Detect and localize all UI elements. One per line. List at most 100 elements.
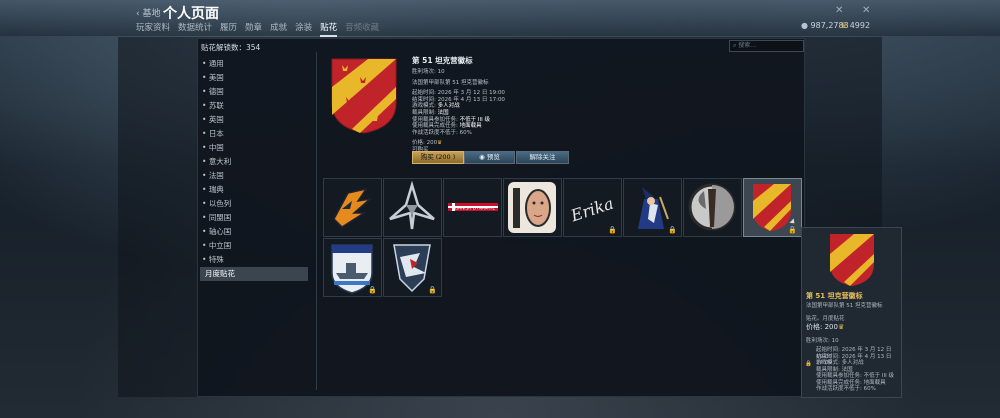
lock-icon: 🔒 xyxy=(668,226,677,234)
tab-achievements[interactable]: 成就 xyxy=(270,21,287,37)
decal-tile-erika[interactable]: Erika 🔒 xyxy=(563,178,622,237)
tab-stats[interactable]: 数据统计 xyxy=(178,21,212,37)
tooltip-wins: 胜利场次: 10 xyxy=(806,338,839,344)
buy-button[interactable]: 购买 (200 ) xyxy=(412,151,464,164)
tab-medals[interactable]: 勋章 xyxy=(245,21,262,37)
category-label: 德国 xyxy=(208,87,224,96)
category-germany[interactable]: • 德国 xyxy=(200,85,308,99)
axe-decal xyxy=(688,183,736,231)
tooltip-desc: 法国第甲部队第 51 坦克营徽标 xyxy=(806,303,883,309)
category-allies[interactable]: • 同盟国 xyxy=(200,211,308,225)
price-text: 价格: 200 xyxy=(412,140,438,147)
value: 多人对战 xyxy=(437,103,460,110)
category-usa[interactable]: • 美国 xyxy=(200,71,308,85)
category-axis[interactable]: • 轴心国 xyxy=(200,225,308,239)
decal-tile-orange-eagle[interactable] xyxy=(323,178,382,237)
decal-tile-axe[interactable] xyxy=(683,178,742,237)
tab-skins[interactable]: 涂装 xyxy=(295,21,312,37)
tab-history[interactable]: 履历 xyxy=(220,21,237,37)
tooltip-price: 价格: 200♛ xyxy=(806,324,844,331)
value: 法国 xyxy=(437,109,449,116)
preview-label: 预览 xyxy=(486,153,500,161)
category-china[interactable]: • 中国 xyxy=(200,141,308,155)
category-italy[interactable]: • 意大利 xyxy=(200,155,308,169)
category-france[interactable]: • 法国 xyxy=(200,169,308,183)
back-label: 基地 xyxy=(142,9,161,19)
category-label: 法国 xyxy=(208,171,224,180)
tab-profile[interactable]: 玩家资料 xyxy=(136,21,170,37)
decal-nation: 载具限制: 法国 xyxy=(412,110,505,117)
category-label: 瑞典 xyxy=(208,185,224,194)
value: 不低于 III 级 xyxy=(459,116,490,123)
decal-tile-danish-dynamite[interactable]: DANISH DYNAMITE xyxy=(443,178,502,237)
tooltip-category: 贴花。月度贴花 xyxy=(806,316,845,322)
category-sweden[interactable]: • 瑞典 xyxy=(200,183,308,197)
category-japan[interactable]: • 日本 xyxy=(200,127,308,141)
label: 载具限制: xyxy=(412,109,438,116)
label: 使用载具参加任务: xyxy=(412,116,460,123)
decal-details: 第 51 坦克营徽标 胜利场次: 10 法国第甲部队第 51 坦克营徽标 起始时… xyxy=(412,56,505,154)
category-neutral[interactable]: • 中立国 xyxy=(200,239,308,253)
search-placeholder: 搜索... xyxy=(738,42,757,49)
tooltip-name: 第 51 坦克营徽标 xyxy=(806,292,863,300)
category-label: 同盟国 xyxy=(208,213,232,222)
lock-icon: 🔒 xyxy=(428,286,437,294)
category-label: 月度贴花 xyxy=(205,269,235,278)
category-ussr[interactable]: • 苏联 xyxy=(200,99,308,113)
tab-decals[interactable]: 贴花 xyxy=(320,21,338,37)
lock-icon: 🔒 xyxy=(368,286,377,294)
search-input[interactable]: ⌕ 搜索... xyxy=(729,40,804,52)
orange-eagle-decal xyxy=(333,187,373,228)
category-label: 中立国 xyxy=(208,241,232,250)
decal-ratio: 作战活跃度不低于: 60% xyxy=(412,129,472,136)
erika-text: Erika xyxy=(567,194,615,226)
tooltip-ratio: 作战活跃度不低于: 60% xyxy=(816,386,876,392)
tab-audio[interactable]: 音频收藏 xyxy=(345,21,379,37)
decal-tile-wizard[interactable]: 🔒 xyxy=(623,178,682,237)
decal-wins: 胜利场次: 10 xyxy=(412,69,445,75)
category-israel[interactable]: • 以色列 xyxy=(200,197,308,211)
decal-tile-silver-emblem[interactable] xyxy=(383,178,442,237)
label: 游戏模式: xyxy=(412,103,438,110)
category-list: • 通用 • 美国 • 德国 • 苏联 • 英国 • 日本 • 中国 • 意大利… xyxy=(200,57,308,281)
preview-button[interactable]: ◉ 预览 xyxy=(464,151,515,164)
tank-battalion-51-decal-large xyxy=(331,58,397,134)
category-monthly[interactable]: 月度贴花 xyxy=(200,267,308,281)
category-britain[interactable]: • 英国 xyxy=(200,113,308,127)
category-label: 中国 xyxy=(208,143,224,152)
pin-icon[interactable]: ✕ xyxy=(835,5,843,16)
decal-tile-tank-battalion-51[interactable]: 🔒 xyxy=(743,178,802,237)
decal-tooltip: 第 51 坦克营徽标 法国第甲部队第 51 坦克营徽标 贴花。月度贴花 价格: … xyxy=(801,227,902,398)
lock-icon: 🔒 xyxy=(805,361,812,367)
category-general[interactable]: • 通用 xyxy=(200,57,308,71)
danish-dynamite-decal: DANISH DYNAMITE xyxy=(448,203,498,212)
gold-value: 4992 xyxy=(849,21,871,30)
silver-icon: ● xyxy=(801,21,808,30)
page-title: 个人页面 xyxy=(163,6,219,22)
divider xyxy=(316,52,317,390)
gold-balance: ♛ 4992 xyxy=(840,21,870,30)
lock-icon: 🔒 xyxy=(788,226,797,234)
category-special[interactable]: • 特殊 xyxy=(200,253,308,267)
decal-price: 价格: 200♛ xyxy=(412,140,505,147)
decal-type: 使用载具完成任务: 地面载具 xyxy=(412,123,505,130)
back-button[interactable]: ‹ 基地 xyxy=(136,6,160,19)
category-label: 通用 xyxy=(208,59,224,68)
decal-tile-bird-shield[interactable]: 🔒 xyxy=(383,238,442,297)
category-label: 意大利 xyxy=(208,157,232,166)
value: 地面载具 xyxy=(459,123,482,130)
eye-icon: ◉ xyxy=(479,153,485,161)
category-label: 特殊 xyxy=(208,255,224,264)
decal-tile-number-ten[interactable] xyxy=(503,178,562,237)
decal-description: 法国第甲部队第 51 坦克营徽标 xyxy=(412,79,489,86)
danish-dynamite-text: DANISH DYNAMITE xyxy=(455,206,495,212)
label: 使用载具完成任务: xyxy=(412,123,460,130)
unfollow-button[interactable]: 解除关注 xyxy=(516,151,569,164)
decal-start: 起始时间: 2026 年 3 月 12 日 19:00 xyxy=(412,90,505,97)
close-icon[interactable]: ✕ xyxy=(862,5,870,16)
decal-tile-warship[interactable]: 🔒 xyxy=(323,238,382,297)
silver-emblem-decal xyxy=(389,180,435,230)
price-text: 价格: 200 xyxy=(806,323,838,331)
category-label: 美国 xyxy=(208,73,224,82)
decal-name: 第 51 坦克营徽标 xyxy=(412,56,473,65)
